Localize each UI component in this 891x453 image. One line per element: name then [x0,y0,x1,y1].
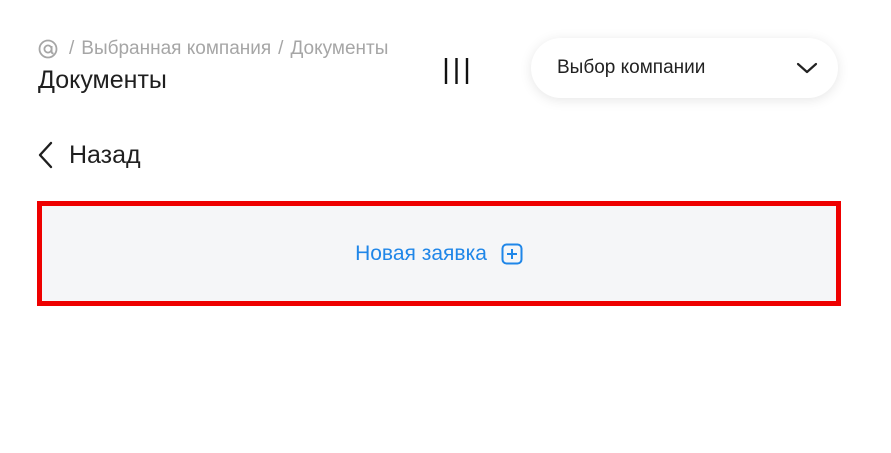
chevron-left-icon [36,140,56,170]
back-link[interactable]: Назад [36,140,141,170]
plus-square-icon [501,243,523,265]
back-link-label: Назад [69,140,141,169]
company-select-label: Выбор компании [557,57,706,78]
breadcrumb-item-company[interactable]: Выбранная компания [81,38,271,60]
new-request-button[interactable]: Новая заявка [37,201,841,306]
breadcrumb-separator: / [69,38,75,59]
page-title: Документы [38,66,167,94]
at-sign-icon[interactable] [38,39,58,59]
breadcrumb-item-documents: Документы [290,38,389,59]
company-select[interactable]: Выбор компании [531,38,838,98]
documents-page: / Выбранная компания / Документы Докумен… [0,0,891,453]
menu-bars-icon[interactable] [442,57,472,85]
breadcrumb-separator: / [278,38,284,59]
breadcrumb: / Выбранная компания / Документы [38,38,388,60]
new-request-label: Новая заявка [355,241,487,265]
chevron-down-icon [796,61,818,75]
